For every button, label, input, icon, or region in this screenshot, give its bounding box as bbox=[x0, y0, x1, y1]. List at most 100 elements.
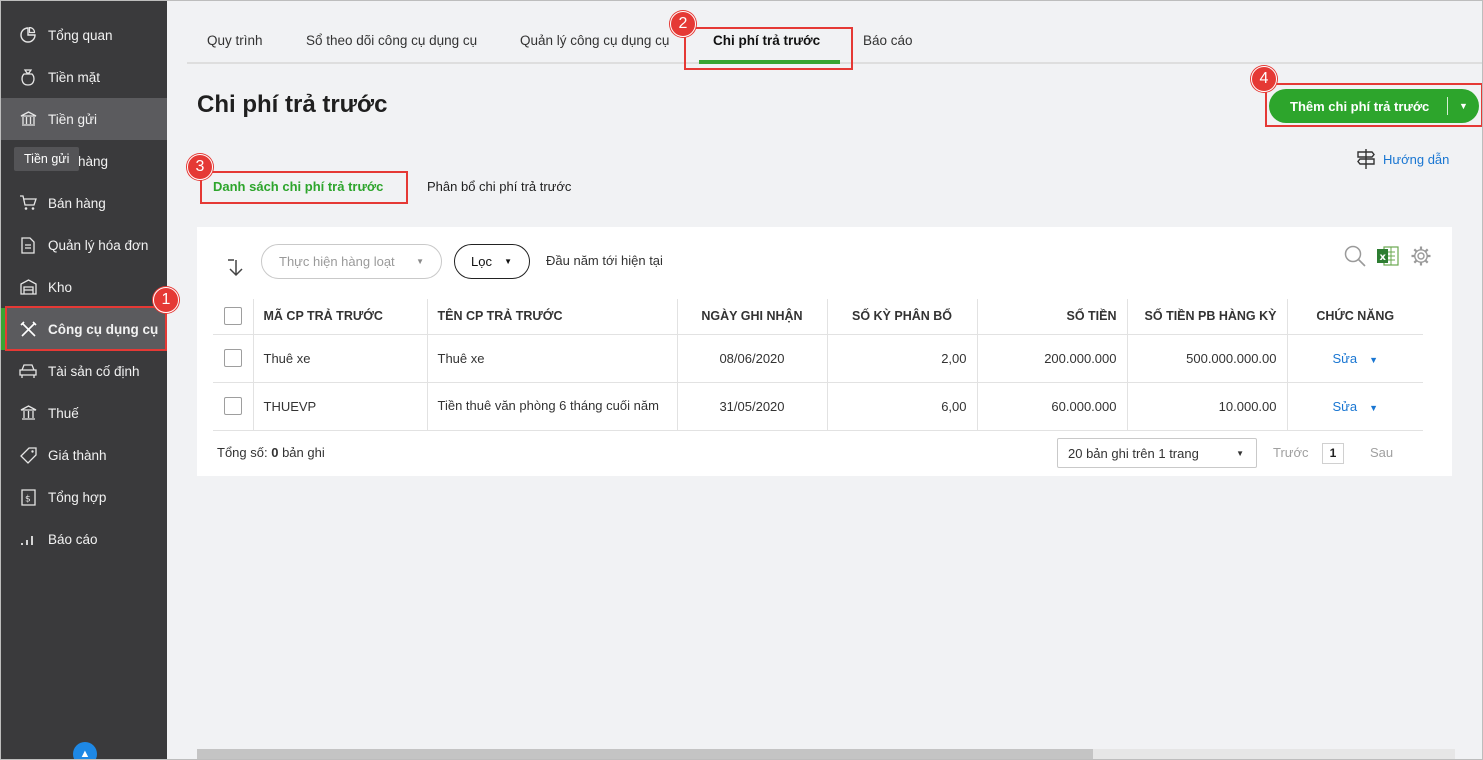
select-all-cell bbox=[213, 299, 254, 335]
sidebar-item-warehouse[interactable]: Kho bbox=[1, 266, 167, 308]
column-header-per-period[interactable]: SỐ TIỀN PB HÀNG KỲ bbox=[1127, 299, 1288, 335]
tab-tool-management[interactable]: Quản lý công cụ dụng cụ bbox=[520, 17, 669, 64]
cell-amount: 60.000.000 bbox=[977, 382, 1128, 431]
sidebar-item-label: Giá thành bbox=[48, 447, 107, 463]
scrollbar-thumb[interactable] bbox=[197, 749, 1093, 759]
cell-periods: 6,00 bbox=[827, 382, 978, 431]
current-page[interactable]: 1 bbox=[1322, 443, 1344, 464]
prepaid-expense-table: MÃ CP TRẢ TRƯỚC TÊN CP TRẢ TRƯỚC NGÀY GH… bbox=[213, 299, 1423, 431]
step-badge-1: 1 bbox=[153, 287, 179, 313]
chevron-down-icon[interactable]: ▼ bbox=[1369, 355, 1378, 365]
row-checkbox[interactable] bbox=[223, 397, 242, 415]
sidebar-item-deposits[interactable]: Tiền gửi bbox=[1, 98, 167, 140]
table-row[interactable]: THUEVP Tiền thuê văn phòng 6 tháng cuối … bbox=[213, 382, 1423, 431]
row-checkbox[interactable] bbox=[223, 349, 242, 367]
subtab-prepaid-allocation[interactable]: Phân bổ chi phí trả trước bbox=[427, 179, 571, 194]
filter-button[interactable]: Lọc ▼ bbox=[454, 244, 530, 279]
sidebar-item-cash[interactable]: Tiền mặt bbox=[1, 56, 167, 98]
sidebar-item-invoices[interactable]: Quản lý hóa đơn bbox=[1, 224, 167, 266]
chevron-down-icon: ▼ bbox=[504, 257, 512, 266]
highlight-prepaid-tab bbox=[684, 27, 853, 70]
sidebar-item-label: Kho bbox=[48, 279, 73, 295]
cell-per-period: 500.000.000.00 bbox=[1127, 334, 1288, 383]
car-icon bbox=[19, 362, 37, 380]
sort-down-icon[interactable] bbox=[227, 258, 245, 281]
total-suffix: bản ghi bbox=[282, 445, 325, 460]
settings-icon[interactable] bbox=[1410, 245, 1432, 267]
sidebar-item-label: Báo cáo bbox=[48, 531, 98, 547]
sidebar-item-label: Tiền gửi bbox=[48, 111, 98, 127]
sidebar-item-costing[interactable]: Giá thành bbox=[1, 434, 167, 476]
sidebar-item-label: Quản lý hóa đơn bbox=[48, 237, 149, 253]
highlight-add-button bbox=[1265, 83, 1482, 127]
sidebar-item-reports[interactable]: Báo cáo bbox=[1, 518, 167, 560]
edit-link[interactable]: Sửa bbox=[1332, 399, 1357, 414]
sidebar-item-tax[interactable]: Thuế bbox=[1, 392, 167, 434]
cell-actions: Sửa ▼ bbox=[1287, 334, 1423, 383]
total-label: Tổng số: bbox=[217, 445, 268, 460]
guide-link[interactable]: Hướng dẫn bbox=[1355, 148, 1449, 170]
cell-code: THUEVP bbox=[253, 382, 428, 431]
search-icon[interactable] bbox=[1344, 245, 1366, 267]
chevron-down-icon[interactable]: ▼ bbox=[1369, 403, 1378, 413]
bar-chart-icon bbox=[19, 530, 37, 548]
guide-label: Hướng dẫn bbox=[1383, 151, 1450, 167]
cell-amount: 200.000.000 bbox=[977, 334, 1128, 383]
page-title: Chi phí trả trước bbox=[197, 91, 388, 118]
excel-export-icon[interactable]: x bbox=[1376, 245, 1400, 267]
signpost-icon bbox=[1357, 149, 1375, 169]
bulk-action-label: Thực hiện hàng loạt bbox=[279, 254, 395, 269]
highlight-prepaid-list bbox=[200, 171, 408, 204]
money-bag-icon bbox=[19, 68, 37, 86]
sidebar-item-label: Tổng quan bbox=[48, 27, 113, 43]
dashboard-icon bbox=[19, 26, 37, 44]
column-header-amount[interactable]: SỐ TIỀN bbox=[977, 299, 1128, 335]
sidebar-item-sales[interactable]: Bán hàng bbox=[1, 182, 167, 224]
bulk-action-select[interactable]: Thực hiện hàng loạt ▼ bbox=[261, 244, 442, 279]
tab-tool-tracking[interactable]: Sổ theo dõi công cụ dụng cụ bbox=[306, 17, 477, 64]
sidebar-item-label: Tiền mặt bbox=[48, 69, 101, 85]
column-header-code[interactable]: MÃ CP TRẢ TRƯỚC bbox=[253, 299, 428, 335]
invoice-icon bbox=[19, 236, 37, 254]
cell-actions: Sửa ▼ bbox=[1287, 382, 1423, 431]
cell-periods: 2,00 bbox=[827, 334, 978, 383]
row-select-cell bbox=[213, 334, 254, 383]
cell-date: 08/06/2020 bbox=[677, 334, 828, 383]
column-header-name[interactable]: TÊN CP TRẢ TRƯỚC bbox=[427, 299, 678, 335]
sidebar-item-general-ledger[interactable]: $ Tổng hợp bbox=[1, 476, 167, 518]
svg-text:$: $ bbox=[25, 494, 31, 504]
bank-icon bbox=[19, 110, 37, 128]
step-badge-2: 2 bbox=[670, 11, 696, 37]
step-badge-3: 3 bbox=[187, 154, 213, 180]
sidebar-item-label: Bán hàng bbox=[48, 195, 106, 211]
page-size-label: 20 bản ghi trên 1 trang bbox=[1068, 445, 1199, 461]
sidebar-tooltip: Tiền gửi bbox=[14, 147, 80, 171]
prev-page-button[interactable]: Trước bbox=[1273, 445, 1309, 460]
column-header-periods[interactable]: SỐ KỲ PHÂN BỔ bbox=[827, 299, 978, 335]
sidebar-item-overview[interactable]: Tổng quan bbox=[1, 14, 167, 56]
page-size-select[interactable]: 20 bản ghi trên 1 trang ▼ bbox=[1057, 438, 1257, 468]
cell-date: 31/05/2020 bbox=[677, 382, 828, 431]
warehouse-icon bbox=[19, 278, 37, 296]
tab-workflow[interactable]: Quy trình bbox=[207, 17, 263, 64]
horizontal-scrollbar[interactable] bbox=[197, 749, 1455, 759]
table-row[interactable]: Thuê xe Thuê xe 08/06/2020 2,00 200.000.… bbox=[213, 334, 1423, 383]
column-header-date[interactable]: NGÀY GHI NHẬN bbox=[677, 299, 828, 335]
chevron-down-icon: ▼ bbox=[1236, 448, 1244, 458]
ledger-icon: $ bbox=[19, 488, 37, 506]
period-label: Đầu năm tới hiện tại bbox=[546, 253, 663, 268]
chevron-down-icon: ▼ bbox=[416, 257, 424, 266]
cart-icon bbox=[19, 194, 37, 212]
next-page-button[interactable]: Sau bbox=[1370, 445, 1393, 460]
step-badge-4: 4 bbox=[1251, 66, 1277, 92]
cell-name: Tiền thuê văn phòng 6 tháng cuối năm bbox=[427, 382, 678, 431]
app-window: Tổng quan Tiền mặt Tiền gửi Mua hàng Bán… bbox=[0, 0, 1483, 760]
tab-reports[interactable]: Báo cáo bbox=[863, 17, 913, 64]
edit-link[interactable]: Sửa bbox=[1332, 351, 1357, 366]
sidebar-item-fixed-assets[interactable]: Tài sản cố định bbox=[1, 350, 167, 392]
sidebar-item-label: Tài sản cố định bbox=[48, 363, 140, 379]
chevron-up-icon[interactable]: ▲ bbox=[73, 742, 97, 759]
select-all-checkbox[interactable] bbox=[223, 307, 242, 326]
table-header-row: MÃ CP TRẢ TRƯỚC TÊN CP TRẢ TRƯỚC NGÀY GH… bbox=[213, 299, 1423, 335]
table-tools: x bbox=[1344, 245, 1432, 267]
